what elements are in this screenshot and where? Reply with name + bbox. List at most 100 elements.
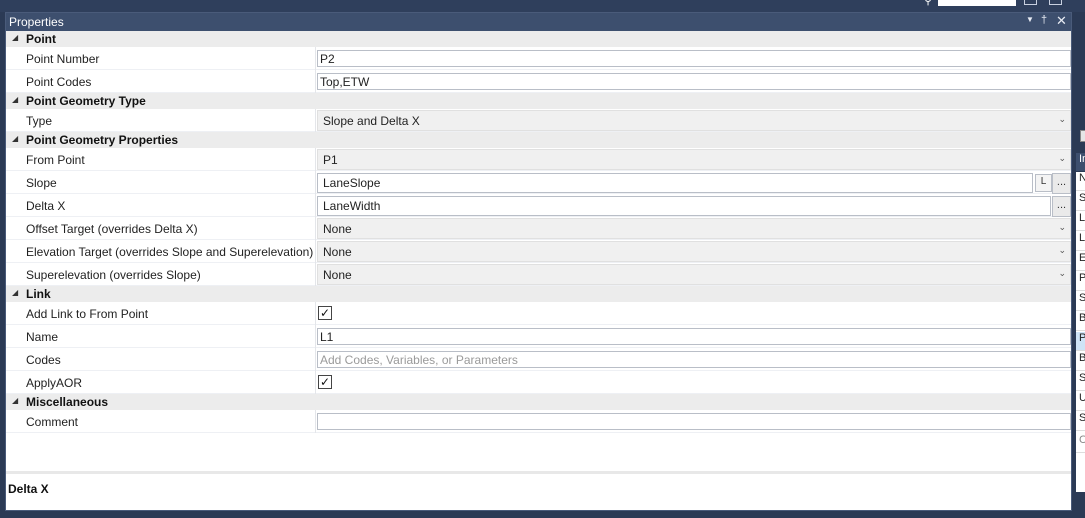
pin-icon[interactable]: † — [1041, 14, 1047, 26]
list-item[interactable]: S — [1076, 292, 1085, 311]
list-item[interactable]: N — [1076, 172, 1085, 191]
add-link-checkbox[interactable]: ✓ — [318, 306, 332, 320]
restore-icon[interactable] — [1024, 0, 1037, 5]
list-item[interactable]: U — [1076, 392, 1085, 411]
delta-x-input[interactable]: LaneWidth — [317, 196, 1051, 216]
close-icon[interactable]: ✕ — [1056, 13, 1067, 29]
slope-ellipsis-button[interactable]: ... — [1052, 173, 1071, 194]
chevron-down-icon[interactable]: ⌄ — [1058, 153, 1066, 164]
property-grid: ◢ Point Point Number P2 Point Codes Top,… — [6, 31, 1071, 433]
row-point-number[interactable]: Point Number P2 — [6, 47, 1071, 70]
category-point-geometry-properties[interactable]: ◢ Point Geometry Properties — [6, 132, 1071, 148]
collapse-icon[interactable]: ◢ — [12, 288, 18, 297]
category-miscellaneous[interactable]: ◢ Miscellaneous — [6, 394, 1071, 410]
row-from-point[interactable]: From Point P1 ⌄ — [6, 148, 1071, 171]
category-label: Point — [26, 32, 56, 46]
row-apply-aor[interactable]: ApplyAOR ✓ — [6, 371, 1071, 394]
column-divider[interactable] — [315, 348, 316, 371]
search-icon[interactable]: ⚲ — [924, 0, 932, 7]
list-item[interactable]: C — [1076, 434, 1085, 453]
column-divider[interactable] — [315, 371, 316, 394]
type-select-value: Slope and Delta X — [323, 114, 420, 128]
list-item[interactable]: S — [1076, 192, 1085, 211]
elevation-target-select[interactable]: None ⌄ — [317, 241, 1071, 262]
property-name: Type — [26, 114, 53, 128]
point-number-input[interactable]: P2 — [317, 50, 1071, 67]
column-divider[interactable] — [315, 263, 316, 286]
column-divider[interactable] — [315, 70, 316, 93]
property-name: Elevation Target (overrides Slope and Su… — [26, 245, 314, 259]
column-divider[interactable] — [315, 217, 316, 240]
collapse-icon[interactable]: ◢ — [12, 396, 18, 405]
offset-target-select[interactable]: None ⌄ — [317, 218, 1071, 239]
properties-panel: Properties ▼ † ✕ ◢ Point Point Number P2… — [5, 12, 1072, 511]
checkmark-icon: ✓ — [319, 306, 331, 320]
row-offset-target[interactable]: Offset Target (overrides Delta X) None ⌄ — [6, 217, 1071, 240]
codes-input[interactable]: Add Codes, Variables, or Parameters — [317, 351, 1071, 368]
list-item[interactable]: E — [1076, 252, 1085, 271]
row-comment[interactable]: Comment — [6, 410, 1071, 433]
column-divider[interactable] — [315, 171, 316, 194]
chevron-down-icon[interactable]: ⌄ — [1058, 245, 1066, 256]
search-input[interactable] — [938, 0, 1016, 6]
comment-input[interactable] — [317, 413, 1071, 430]
column-divider[interactable] — [315, 325, 316, 348]
property-name: Delta X — [26, 199, 66, 213]
row-slope[interactable]: Slope LaneSlope L ... — [6, 171, 1071, 194]
superelevation-select[interactable]: None ⌄ — [317, 264, 1071, 285]
column-divider[interactable] — [315, 47, 316, 70]
category-point-geometry-type[interactable]: ◢ Point Geometry Type — [6, 93, 1071, 109]
point-codes-input[interactable]: Top,ETW — [317, 73, 1071, 90]
list-item[interactable]: L — [1076, 212, 1085, 231]
column-divider[interactable] — [315, 240, 316, 263]
row-add-link[interactable]: Add Link to From Point ✓ — [6, 302, 1071, 325]
list-item[interactable]: B — [1076, 352, 1085, 371]
property-name: Slope — [26, 176, 57, 190]
dropdown-arrow-icon[interactable]: ▼ — [1026, 15, 1034, 24]
chevron-down-icon[interactable]: ⌄ — [1058, 114, 1066, 125]
chevron-down-icon[interactable]: ⌄ — [1058, 222, 1066, 233]
from-point-select[interactable]: P1 ⌄ — [317, 149, 1071, 170]
row-delta-x[interactable]: Delta X LaneWidth ... — [6, 194, 1071, 217]
column-divider[interactable] — [315, 194, 316, 217]
property-name: Superelevation (overrides Slope) — [26, 268, 201, 282]
right-panel-list: N S L L E P S B P B S U S C — [1076, 172, 1085, 492]
right-panel-button[interactable] — [1080, 130, 1085, 142]
row-type[interactable]: Type Slope and Delta X ⌄ — [6, 109, 1071, 132]
panel-title: Properties — [9, 15, 64, 29]
row-superelevation[interactable]: Superelevation (overrides Slope) None ⌄ — [6, 263, 1071, 286]
offset-target-select-value: None — [323, 222, 352, 236]
property-name: Offset Target (overrides Delta X) — [26, 222, 198, 236]
apply-aor-checkbox[interactable]: ✓ — [318, 375, 332, 389]
property-name: Add Link to From Point — [26, 307, 149, 321]
slope-input[interactable]: LaneSlope — [317, 173, 1033, 193]
collapse-icon[interactable]: ◢ — [12, 95, 18, 104]
delta-x-ellipsis-button[interactable]: ... — [1052, 196, 1071, 217]
column-divider[interactable] — [315, 109, 316, 132]
list-item[interactable]: B — [1076, 312, 1085, 331]
column-divider[interactable] — [315, 410, 316, 433]
category-point[interactable]: ◢ Point — [6, 31, 1071, 47]
column-divider[interactable] — [315, 302, 316, 325]
list-item[interactable]: L — [1076, 232, 1085, 251]
list-item[interactable]: P — [1076, 272, 1085, 291]
link-name-input[interactable]: L1 — [317, 328, 1071, 345]
row-elevation-target[interactable]: Elevation Target (overrides Slope and Su… — [6, 240, 1071, 263]
category-label: Point Geometry Properties — [26, 133, 179, 147]
collapse-icon[interactable]: ◢ — [12, 134, 18, 143]
slope-mode-button[interactable]: L — [1035, 174, 1052, 192]
elevation-target-select-value: None — [323, 245, 352, 259]
top-strip — [0, 0, 1085, 12]
category-link[interactable]: ◢ Link — [6, 286, 1071, 302]
maximize-icon[interactable] — [1049, 0, 1062, 5]
list-item[interactable]: S — [1076, 412, 1085, 431]
row-codes[interactable]: Codes Add Codes, Variables, or Parameter… — [6, 348, 1071, 371]
list-item[interactable]: S — [1076, 372, 1085, 391]
column-divider[interactable] — [315, 148, 316, 171]
chevron-down-icon[interactable]: ⌄ — [1058, 268, 1066, 279]
row-name[interactable]: Name L1 — [6, 325, 1071, 348]
type-select[interactable]: Slope and Delta X ⌄ — [317, 110, 1071, 131]
row-point-codes[interactable]: Point Codes Top,ETW — [6, 70, 1071, 93]
list-item-selected[interactable]: P — [1076, 332, 1085, 351]
collapse-icon[interactable]: ◢ — [12, 33, 18, 42]
